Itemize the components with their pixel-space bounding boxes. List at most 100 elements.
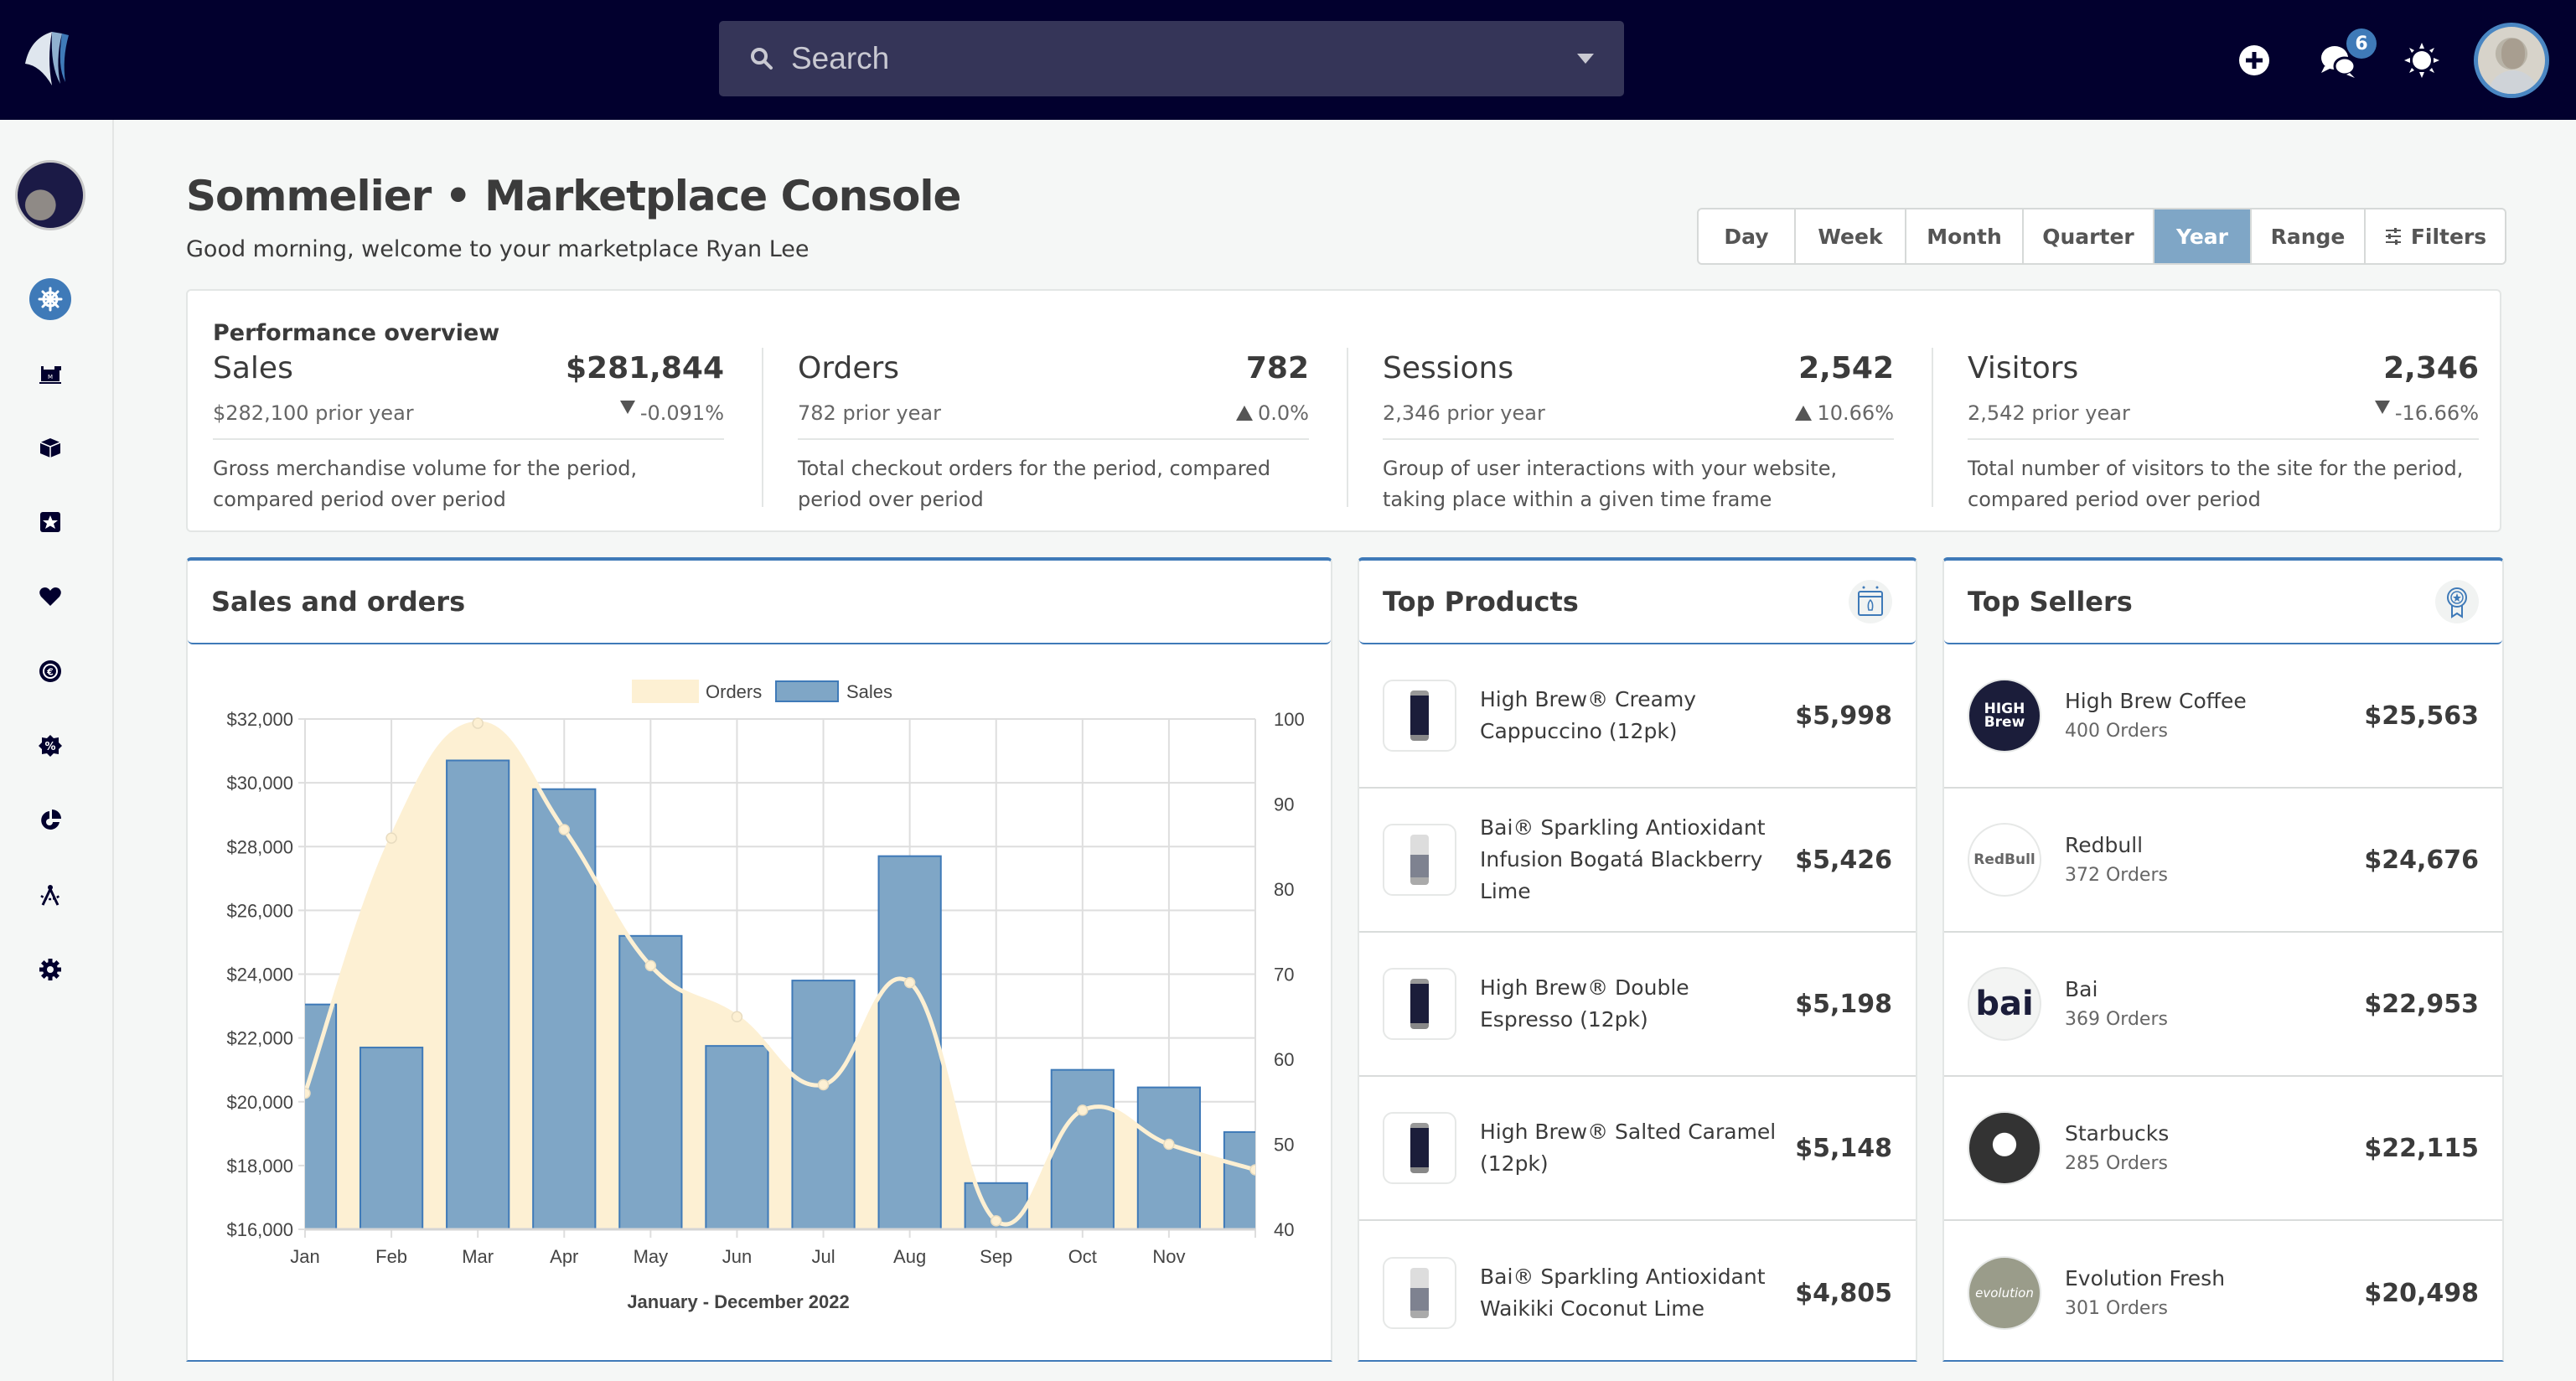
y-right-tick-label: 80 <box>1274 879 1294 900</box>
divider <box>1968 438 2479 440</box>
arrow-down-icon <box>619 401 635 414</box>
sellers-list: HIGH Brew High Brew Coffee 400 Orders $25… <box>1944 644 2502 1365</box>
kpi-label: Orders <box>798 351 900 385</box>
kpi-description: Total number of visitors to the site for… <box>1968 457 2464 511</box>
product-row[interactable]: High Brew® Double Espresso (12pk) $5,198 <box>1359 933 1916 1077</box>
sidebar-item-payments[interactable]: € <box>29 650 71 692</box>
sidebar-item-stores[interactable]: M <box>29 353 71 395</box>
product-thumbnail <box>1383 824 1456 896</box>
kpi-delta-value: -0.091% <box>639 401 724 425</box>
product-revenue: $5,426 <box>1795 845 1892 875</box>
seller-logo: HIGH Brew <box>1968 679 2041 753</box>
sidebar-item-reviews[interactable] <box>29 501 71 543</box>
seller-orders: 372 Orders <box>2065 865 2168 886</box>
product-row[interactable]: Bai® Sparkling Antioxidant Waikiki Cocon… <box>1359 1221 1916 1365</box>
seller-row[interactable]: RedBull Redbull 372 Orders $24,676 <box>1944 789 2502 933</box>
percent-badge-icon: % <box>39 735 62 757</box>
box-icon <box>39 438 61 458</box>
notifications-badge: 6 <box>2346 28 2377 59</box>
page-title: Sommelier • Marketplace Console <box>186 172 961 220</box>
product-revenue: $5,998 <box>1795 701 1892 731</box>
y-right-tick-label: 50 <box>1274 1135 1294 1156</box>
ship-wheel-icon <box>38 287 63 312</box>
user-avatar[interactable] <box>2474 23 2549 98</box>
kpi-value: 782 <box>1245 351 1309 385</box>
app-logo-sails-icon[interactable] <box>22 27 92 87</box>
sidebar-item-dashboard[interactable] <box>29 278 71 320</box>
sidebar-item-reports[interactable] <box>29 799 71 841</box>
seller-row[interactable]: Starbucks 285 Orders $22,115 <box>1944 1077 2502 1221</box>
search-bar[interactable]: Search <box>719 21 1624 96</box>
search-dropdown-caret-icon[interactable] <box>1577 54 1594 64</box>
orders-point-aug <box>903 976 916 989</box>
kpi-prior: 782 prior year <box>798 401 941 425</box>
product-thumbnail <box>1383 1257 1456 1329</box>
brand-avatar[interactable] <box>15 160 85 230</box>
divider <box>213 438 724 440</box>
x-tick-label: Apr <box>550 1246 578 1267</box>
tab-day[interactable]: Day <box>1699 209 1796 263</box>
seller-row[interactable]: bai Bai 369 Orders $22,953 <box>1944 933 2502 1077</box>
arrow-down-icon <box>2374 401 2390 414</box>
seller-row[interactable]: HIGH Brew High Brew Coffee 400 Orders $25… <box>1944 644 2502 789</box>
svg-text:M: M <box>48 374 53 380</box>
panel-title: Sales and orders <box>211 586 466 618</box>
y-left-tick-label: $26,000 <box>226 900 293 921</box>
x-tick-label: May <box>634 1246 669 1267</box>
tab-month[interactable]: Month <box>1906 209 2024 263</box>
seller-orders: 301 Orders <box>2065 1298 2168 1319</box>
orders-point-jan <box>305 1087 311 1099</box>
kpi-sessions: Sessions 2,542 2,346 prior year 10.66% G… <box>1383 351 1894 519</box>
euro-coin-icon: € <box>39 660 61 682</box>
y-left-tick-label: $16,000 <box>226 1219 293 1240</box>
y-right-tick-label: 70 <box>1274 965 1294 985</box>
sidebar-item-settings[interactable] <box>29 949 71 990</box>
tab-quarter[interactable]: Quarter <box>2024 209 2154 263</box>
search-input[interactable]: Search <box>791 41 1577 76</box>
award-ribbon-icon <box>2435 580 2479 623</box>
seller-name: Evolution Fresh <box>2065 1266 2226 1290</box>
orders-point-sep <box>990 1215 1002 1227</box>
kpi-value: 2,346 <box>2383 351 2479 385</box>
x-tick-label: Sep <box>980 1246 1012 1267</box>
sidebar-item-favorites[interactable] <box>29 576 71 618</box>
x-tick-label: Feb <box>375 1246 407 1267</box>
tab-year[interactable]: Year <box>2154 209 2252 263</box>
messages-button[interactable]: 6 <box>2296 18 2380 102</box>
sales-orders-chart: $16,000 $18,000 $20,000 $22,000 $24,000 $26,0… <box>226 680 1305 1312</box>
sales-bar-apr <box>532 788 597 1229</box>
divider <box>1383 438 1894 440</box>
sales-bar-nov <box>1136 1086 1202 1229</box>
y-right-tick-label: 40 <box>1274 1219 1294 1240</box>
sidebar-item-tools[interactable] <box>29 874 71 916</box>
product-row[interactable]: Bai® Sparkling Antioxidant Infusion Boga… <box>1359 789 1916 933</box>
seller-row[interactable]: evolution Evolution Fresh 301 Orders $20,… <box>1944 1221 2502 1365</box>
kpi-sales: Sales $281,844 $282,100 prior year -0.09… <box>213 351 724 519</box>
can-image <box>1410 835 1429 885</box>
performance-heading: Performance overview <box>213 320 500 346</box>
filters-button[interactable]: Filters <box>2366 209 2505 263</box>
add-button[interactable] <box>2212 18 2296 102</box>
y-right-tick-label: 60 <box>1274 1049 1294 1070</box>
plus-circle-icon <box>2239 45 2269 75</box>
star-square-icon <box>40 512 60 532</box>
arrow-up-icon <box>1236 406 1254 421</box>
tab-week[interactable]: Week <box>1796 209 1906 263</box>
y-left-tick-label: $32,000 <box>226 709 293 730</box>
sales-bar-aug <box>877 855 942 1229</box>
theme-toggle-button[interactable] <box>2380 18 2464 102</box>
arrow-up-icon <box>1795 406 1813 421</box>
product-row[interactable]: High Brew® Creamy Cappuccino (12pk) $5,9… <box>1359 644 1916 789</box>
product-thumbnail <box>1383 1112 1456 1184</box>
legend-swatch-sales <box>775 680 839 702</box>
sidebar-item-promotions[interactable]: % <box>29 725 71 767</box>
kpi-label: Sales <box>213 351 293 385</box>
heart-icon <box>39 587 61 606</box>
product-row[interactable]: High Brew® Salted Caramel (12pk) $5,148 <box>1359 1077 1916 1221</box>
tab-range[interactable]: Range <box>2252 209 2366 263</box>
store-icon: M <box>39 366 61 384</box>
top-products-panel: Top Products High Brew® Creamy Cappuccin… <box>1358 557 1917 1362</box>
sidebar-item-products[interactable] <box>29 427 71 468</box>
product-thumbnail <box>1383 968 1456 1040</box>
kpi-value: 2,542 <box>1798 351 1894 385</box>
